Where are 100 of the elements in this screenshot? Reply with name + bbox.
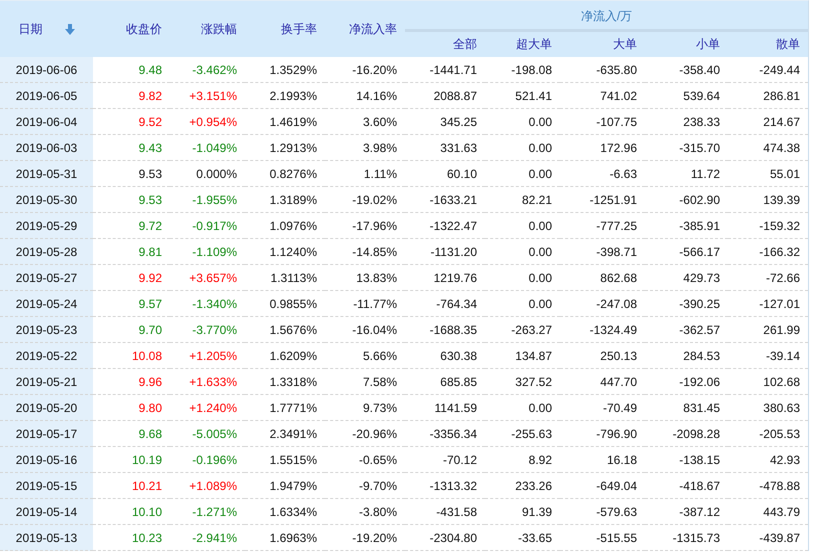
table-cell: -159.32 (728, 212, 808, 238)
table-cell: 1.6334% (245, 498, 325, 524)
table-cell: -198.08 (485, 57, 560, 82)
table-cell: 2019-05-28 (0, 238, 93, 264)
table-cell: 443.79 (728, 498, 808, 524)
table-cell: 2088.87 (405, 82, 485, 108)
table-cell: 9.53 (93, 160, 170, 186)
table-cell: 429.73 (645, 264, 728, 290)
table-cell: 9.52 (93, 108, 170, 134)
table-cell: 238.33 (645, 108, 728, 134)
table-cell: 1.5676% (245, 316, 325, 342)
table-cell: -515.55 (560, 524, 645, 550)
table-cell: 233.26 (485, 472, 560, 498)
table-cell: 2019-05-30 (0, 186, 93, 212)
table-cell: -3.770% (170, 316, 245, 342)
table-cell: -247.08 (560, 290, 645, 316)
table-cell: -5.005% (170, 420, 245, 446)
table-cell: -796.90 (560, 420, 645, 446)
column-header[interactable]: 小单 (645, 30, 728, 57)
table-cell: 10.23 (93, 524, 170, 550)
table-cell: -70.49 (560, 394, 645, 420)
table-cell: 9.81 (93, 238, 170, 264)
table-cell: -777.25 (560, 212, 645, 238)
table-cell: 380.63 (728, 394, 808, 420)
table-cell: 3.98% (325, 134, 405, 160)
table-cell: 1.11% (325, 160, 405, 186)
table-cell: 2019-05-16 (0, 446, 93, 472)
table-cell: 1219.76 (405, 264, 485, 290)
table-cell: -387.12 (645, 498, 728, 524)
table-cell: 13.83% (325, 264, 405, 290)
table-cell: -138.15 (645, 446, 728, 472)
table-cell: +1.240% (170, 394, 245, 420)
table-cell: 2019-05-22 (0, 342, 93, 368)
table-cell: 2019-05-23 (0, 316, 93, 342)
table-cell: 1.5515% (245, 446, 325, 472)
table-cell: 521.41 (485, 82, 560, 108)
table-cell: -14.85% (325, 238, 405, 264)
table-cell: -1.271% (170, 498, 245, 524)
table-cell: -192.06 (645, 368, 728, 394)
table-cell: -1688.35 (405, 316, 485, 342)
table-cell: 9.72 (93, 212, 170, 238)
table-cell: -635.80 (560, 57, 645, 82)
table-cell: 0.9855% (245, 290, 325, 316)
table-cell: 14.16% (325, 82, 405, 108)
table-cell: -19.02% (325, 186, 405, 212)
table-cell: -439.87 (728, 524, 808, 550)
table-cell: 331.63 (405, 134, 485, 160)
table-cell: 2019-05-20 (0, 394, 93, 420)
table-cell: -255.63 (485, 420, 560, 446)
table-cell: -362.57 (645, 316, 728, 342)
table-cell: 0.00 (485, 134, 560, 160)
table-cell: -249.44 (728, 57, 808, 82)
table-cell: -390.25 (645, 290, 728, 316)
table-cell: 630.38 (405, 342, 485, 368)
table-cell: -17.96% (325, 212, 405, 238)
table-cell: 82.21 (485, 186, 560, 212)
table-cell: 9.80 (93, 394, 170, 420)
column-header[interactable]: 超大单 (485, 30, 560, 57)
column-header[interactable]: 涨跌幅 (170, 1, 245, 57)
table-cell: 2019-06-06 (0, 57, 93, 82)
table-cell: 0.00 (485, 212, 560, 238)
table-cell: 1.1240% (245, 238, 325, 264)
table-cell: 1.6963% (245, 524, 325, 550)
table-cell: 741.02 (560, 82, 645, 108)
table-cell: -72.66 (728, 264, 808, 290)
table-cell: -20.96% (325, 420, 405, 446)
table-cell: 261.99 (728, 316, 808, 342)
table-cell: -1.049% (170, 134, 245, 160)
column-header[interactable]: 收盘价 (93, 1, 170, 57)
table-cell: -107.75 (560, 108, 645, 134)
table-cell: -3.462% (170, 57, 245, 82)
table-cell: 9.68 (93, 420, 170, 446)
column-header[interactable]: 全部 (405, 30, 485, 57)
table-cell: -6.63 (560, 160, 645, 186)
table-cell: 1.6209% (245, 342, 325, 368)
table-cell: +0.954% (170, 108, 245, 134)
table-cell: 1.3113% (245, 264, 325, 290)
table-cell: 284.53 (645, 342, 728, 368)
column-header[interactable]: 换手率 (245, 1, 325, 57)
column-header[interactable]: 日期 (0, 1, 93, 57)
table-cell: 0.00 (485, 290, 560, 316)
column-header[interactable]: 净流入率 (325, 1, 405, 57)
table-cell: 2019-05-27 (0, 264, 93, 290)
table-cell: 91.39 (485, 498, 560, 524)
table-cell: -19.20% (325, 524, 405, 550)
table-cell: 2019-05-21 (0, 368, 93, 394)
column-header[interactable]: 大单 (560, 30, 645, 57)
table-cell: 250.13 (560, 342, 645, 368)
group-header: 净流入/万 (405, 1, 808, 30)
table-cell: -1131.20 (405, 238, 485, 264)
table-cell: 2019-05-14 (0, 498, 93, 524)
table-cell: -1251.91 (560, 186, 645, 212)
table-cell: +1.205% (170, 342, 245, 368)
column-header[interactable]: 散单 (728, 30, 808, 57)
table-cell: 172.96 (560, 134, 645, 160)
sort-down-icon[interactable] (64, 24, 74, 34)
table-cell: 831.45 (645, 394, 728, 420)
table-cell: 9.48 (93, 57, 170, 82)
table-cell: 327.52 (485, 368, 560, 394)
table-cell: 0.00 (485, 108, 560, 134)
